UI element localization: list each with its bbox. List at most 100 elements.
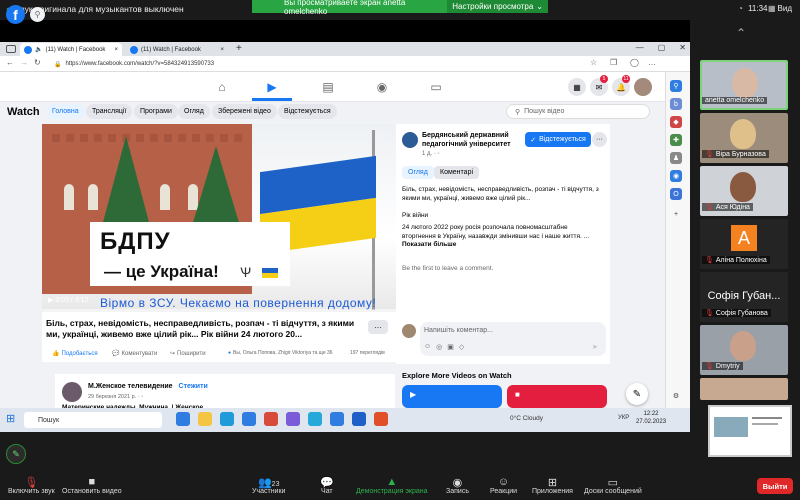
participant-video — [732, 68, 758, 98]
search-icon[interactable]: ⚲ — [30, 7, 45, 22]
shopping-icon[interactable]: ◆ — [670, 116, 682, 128]
post-author[interactable]: М.Женское телевидение Стежити — [88, 383, 208, 390]
tab-explore[interactable]: Огляд — [178, 104, 210, 119]
home-icon[interactable]: ⌂ — [212, 78, 232, 96]
tab-live[interactable]: Трансляції — [86, 104, 133, 119]
facebook-logo[interactable]: f — [6, 5, 25, 24]
show-more-link[interactable]: Показати більше — [402, 241, 602, 250]
chevron-up-icon[interactable]: ⌃ — [736, 26, 746, 40]
sticker-icon[interactable]: ◇ — [459, 343, 464, 351]
tab-overview[interactable]: Огляд — [402, 166, 434, 179]
weather-widget[interactable]: 0°C Cloudy — [510, 415, 543, 422]
marketplace-icon[interactable]: ▤ — [318, 78, 338, 96]
emoji-icon[interactable]: ☺ — [424, 343, 431, 351]
mail-icon[interactable] — [242, 412, 256, 426]
reactions-button[interactable]: ☺ Реакции — [490, 476, 517, 495]
unmute-button[interactable]: 🎙 Включить звук — [8, 476, 55, 495]
close-icon[interactable]: × — [220, 47, 224, 53]
participants-button[interactable]: 👥23 Участники — [252, 476, 285, 495]
video-search-input[interactable]: ⚲ Пошук відео — [506, 104, 650, 119]
explore-card-video[interactable]: ■ — [507, 385, 607, 408]
like-button[interactable]: 👍 Подобається — [52, 350, 98, 358]
record-button[interactable]: ◉ Запись — [446, 476, 469, 495]
back-icon[interactable]: ← — [6, 58, 14, 67]
gaming-icon[interactable]: ▭ — [426, 78, 446, 96]
forward-icon[interactable]: → — [20, 58, 28, 67]
watch-icon[interactable]: ▶ — [262, 78, 282, 96]
store-icon[interactable] — [220, 412, 234, 426]
tab-actions-icon[interactable] — [6, 45, 16, 53]
tools-icon[interactable]: ✚ — [670, 134, 682, 146]
bing-icon[interactable]: b — [670, 98, 682, 110]
stop-video-button[interactable]: ■ Остановить видео — [62, 476, 122, 495]
tab-comments[interactable]: Коментарі — [434, 166, 480, 179]
tab-following[interactable]: Відстежується — [278, 104, 337, 119]
tab-saved[interactable]: Збережені відео — [212, 104, 277, 119]
avatar[interactable] — [634, 78, 652, 96]
outlook-icon[interactable]: O — [670, 188, 682, 200]
view-settings-dropdown[interactable]: Настройки просмотра ⌄ — [447, 0, 548, 13]
view-button[interactable]: Вид — [778, 4, 792, 13]
new-tab-button[interactable]: + — [236, 43, 242, 54]
opera-icon[interactable] — [374, 412, 388, 426]
zoom-app-icon[interactable] — [330, 412, 344, 426]
chat-button[interactable]: 💬 Чат — [320, 476, 334, 495]
star-icon[interactable]: ☆ — [590, 58, 597, 67]
share-screen-button[interactable]: ▲ Демонстрация экрана — [356, 476, 428, 495]
participant-tile[interactable] — [700, 378, 788, 400]
teams-icon[interactable] — [286, 412, 300, 426]
taskbar-search[interactable]: Пошук — [24, 412, 162, 428]
tab-shows[interactable]: Програми — [134, 104, 178, 119]
following-button[interactable]: ✓ Відстежується — [525, 132, 591, 147]
telegram-icon[interactable] — [308, 412, 322, 426]
comment-button[interactable]: 💬 Коментувати — [112, 350, 157, 358]
send-icon[interactable]: ➤ — [592, 343, 598, 351]
close-icon[interactable]: × — [114, 47, 118, 53]
channel-name[interactable]: Бердянський державний педагогічний уніве… — [422, 131, 526, 149]
taskbar-clock[interactable]: 12:22 27.02.2023 — [636, 410, 666, 426]
leave-button[interactable]: Выйти — [757, 478, 793, 494]
language-indicator[interactable]: УКР — [618, 415, 629, 421]
taskbar-app-icon[interactable] — [176, 412, 190, 426]
tab-watch-2[interactable]: (11) Watch | Facebook × — [126, 43, 228, 56]
close-window-icon[interactable]: ✕ — [679, 43, 686, 52]
tab-home[interactable]: Головна — [46, 104, 85, 119]
settings-icon[interactable]: ⚙ — [670, 390, 682, 402]
avatar[interactable] — [62, 382, 82, 402]
channel-more-button[interactable]: ··· — [592, 132, 607, 147]
games-icon[interactable]: ♟ — [670, 152, 682, 164]
groups-icon[interactable]: ◉ — [372, 78, 392, 96]
explore-card-live[interactable]: ▶ — [402, 385, 502, 408]
search-icon[interactable]: ⚲ — [670, 80, 682, 92]
menu-grid-icon[interactable]: ▦ — [568, 78, 586, 96]
reactions-summary[interactable]: ● Вы, Ольга Попова, Zhigir Viktoriya та … — [228, 350, 333, 356]
play-icon[interactable]: ▶ — [48, 297, 53, 304]
shared-screen-thumbnail[interactable] — [708, 405, 792, 457]
windows-start-icon[interactable]: ⊞ — [6, 412, 15, 425]
annotate-icon[interactable]: ✎ — [6, 444, 26, 464]
profile-icon[interactable]: ◯ — [630, 58, 639, 67]
video-player[interactable]: БДПУ — це Україна! Ѱ Вірмо в ЗСУ. Чекаєм… — [42, 124, 396, 312]
add-icon[interactable]: + — [670, 208, 682, 220]
edit-icon[interactable]: ✎ — [626, 383, 648, 405]
refresh-icon[interactable]: ↻ — [34, 58, 41, 67]
tab-watch-1[interactable]: 🔈 (11) Watch | Facebook × — [20, 43, 122, 56]
office-app-icon[interactable] — [264, 412, 278, 426]
caption-more-button[interactable]: ··· — [368, 320, 388, 334]
more-icon[interactable]: … — [648, 58, 656, 67]
description-text: 24 лютого 2022 року росія розпочала повн… — [402, 224, 590, 240]
maximize-icon[interactable]: ▢ — [658, 43, 666, 52]
office-icon[interactable]: ◉ — [670, 170, 682, 182]
share-button[interactable]: ↪ Поширити — [170, 350, 206, 358]
edge-icon[interactable] — [352, 412, 366, 426]
url-field[interactable]: 🔒 https://www.facebook.com/watch/?v=5843… — [54, 59, 574, 69]
collections-icon[interactable]: ❐ — [610, 58, 617, 67]
minimize-icon[interactable]: — — [636, 43, 644, 52]
folder-icon[interactable] — [198, 412, 212, 426]
camera-icon[interactable]: ◎ — [436, 343, 442, 351]
follow-link[interactable]: Стежити — [179, 383, 208, 390]
gif-icon[interactable]: ▣ — [447, 343, 454, 351]
channel-avatar[interactable] — [402, 132, 418, 148]
whiteboards-button[interactable]: ▭ Доски сообщений — [584, 476, 642, 495]
apps-button[interactable]: ⊞ Приложения — [532, 476, 573, 495]
